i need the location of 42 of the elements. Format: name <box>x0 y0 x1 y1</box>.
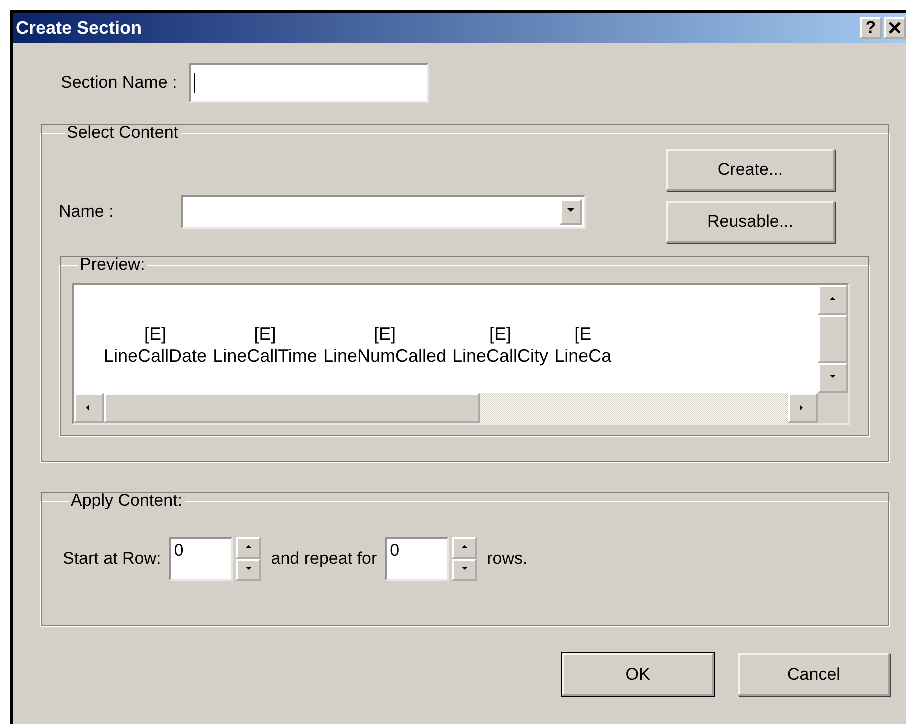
element-tag: [E <box>574 323 592 345</box>
horizontal-scrollbar[interactable] <box>74 393 818 423</box>
scroll-thumb[interactable] <box>104 393 480 423</box>
spin-up-button[interactable] <box>236 537 262 559</box>
ok-button[interactable]: OK <box>562 653 714 696</box>
scroll-thumb[interactable] <box>818 315 848 363</box>
help-button[interactable]: ? <box>860 17 882 39</box>
close-button[interactable] <box>884 17 906 39</box>
element-tag: [E] <box>144 323 167 345</box>
element-name: LineCallDate <box>104 345 208 367</box>
element-name: LineCallCity <box>452 345 549 367</box>
element-tag: [E] <box>254 323 276 345</box>
element-name: LineCa <box>554 345 612 367</box>
close-icon <box>889 22 901 34</box>
section-name-field[interactable] <box>189 63 430 103</box>
scroll-down-button[interactable] <box>818 363 848 393</box>
rows-label: rows. <box>487 549 528 569</box>
group-title: Select Content <box>66 123 180 143</box>
spin-down-button[interactable] <box>452 559 478 581</box>
vertical-scrollbar[interactable] <box>818 285 848 393</box>
reusable-button[interactable]: Reusable... <box>666 201 835 243</box>
spin-up-button[interactable] <box>452 537 478 559</box>
scroll-up-button[interactable] <box>818 285 848 315</box>
repeat-count-field[interactable]: 0 <box>385 537 450 581</box>
repeat-label: and repeat for <box>271 549 378 569</box>
create-button[interactable]: Create... <box>666 149 835 191</box>
dropdown-button[interactable] <box>560 199 582 225</box>
group-title: Apply Content: <box>70 491 184 511</box>
cancel-button[interactable]: Cancel <box>738 653 890 696</box>
section-name-label: Section Name : <box>61 73 178 93</box>
element-tag: [E] <box>374 323 396 345</box>
start-row-label: Start at Row: <box>63 549 162 569</box>
element-name: LineNumCalled <box>323 345 447 367</box>
name-label: Name : <box>59 202 115 222</box>
scroll-right-button[interactable] <box>788 393 818 423</box>
scroll-left-button[interactable] <box>74 393 104 423</box>
spin-down-button[interactable] <box>236 559 262 581</box>
start-row-field[interactable]: 0 <box>169 537 234 581</box>
element-tag: [E] <box>490 323 512 345</box>
element-name: LineCallTime <box>213 345 318 367</box>
window-title: Create Section <box>16 18 142 38</box>
group-title: Preview: <box>79 255 146 275</box>
